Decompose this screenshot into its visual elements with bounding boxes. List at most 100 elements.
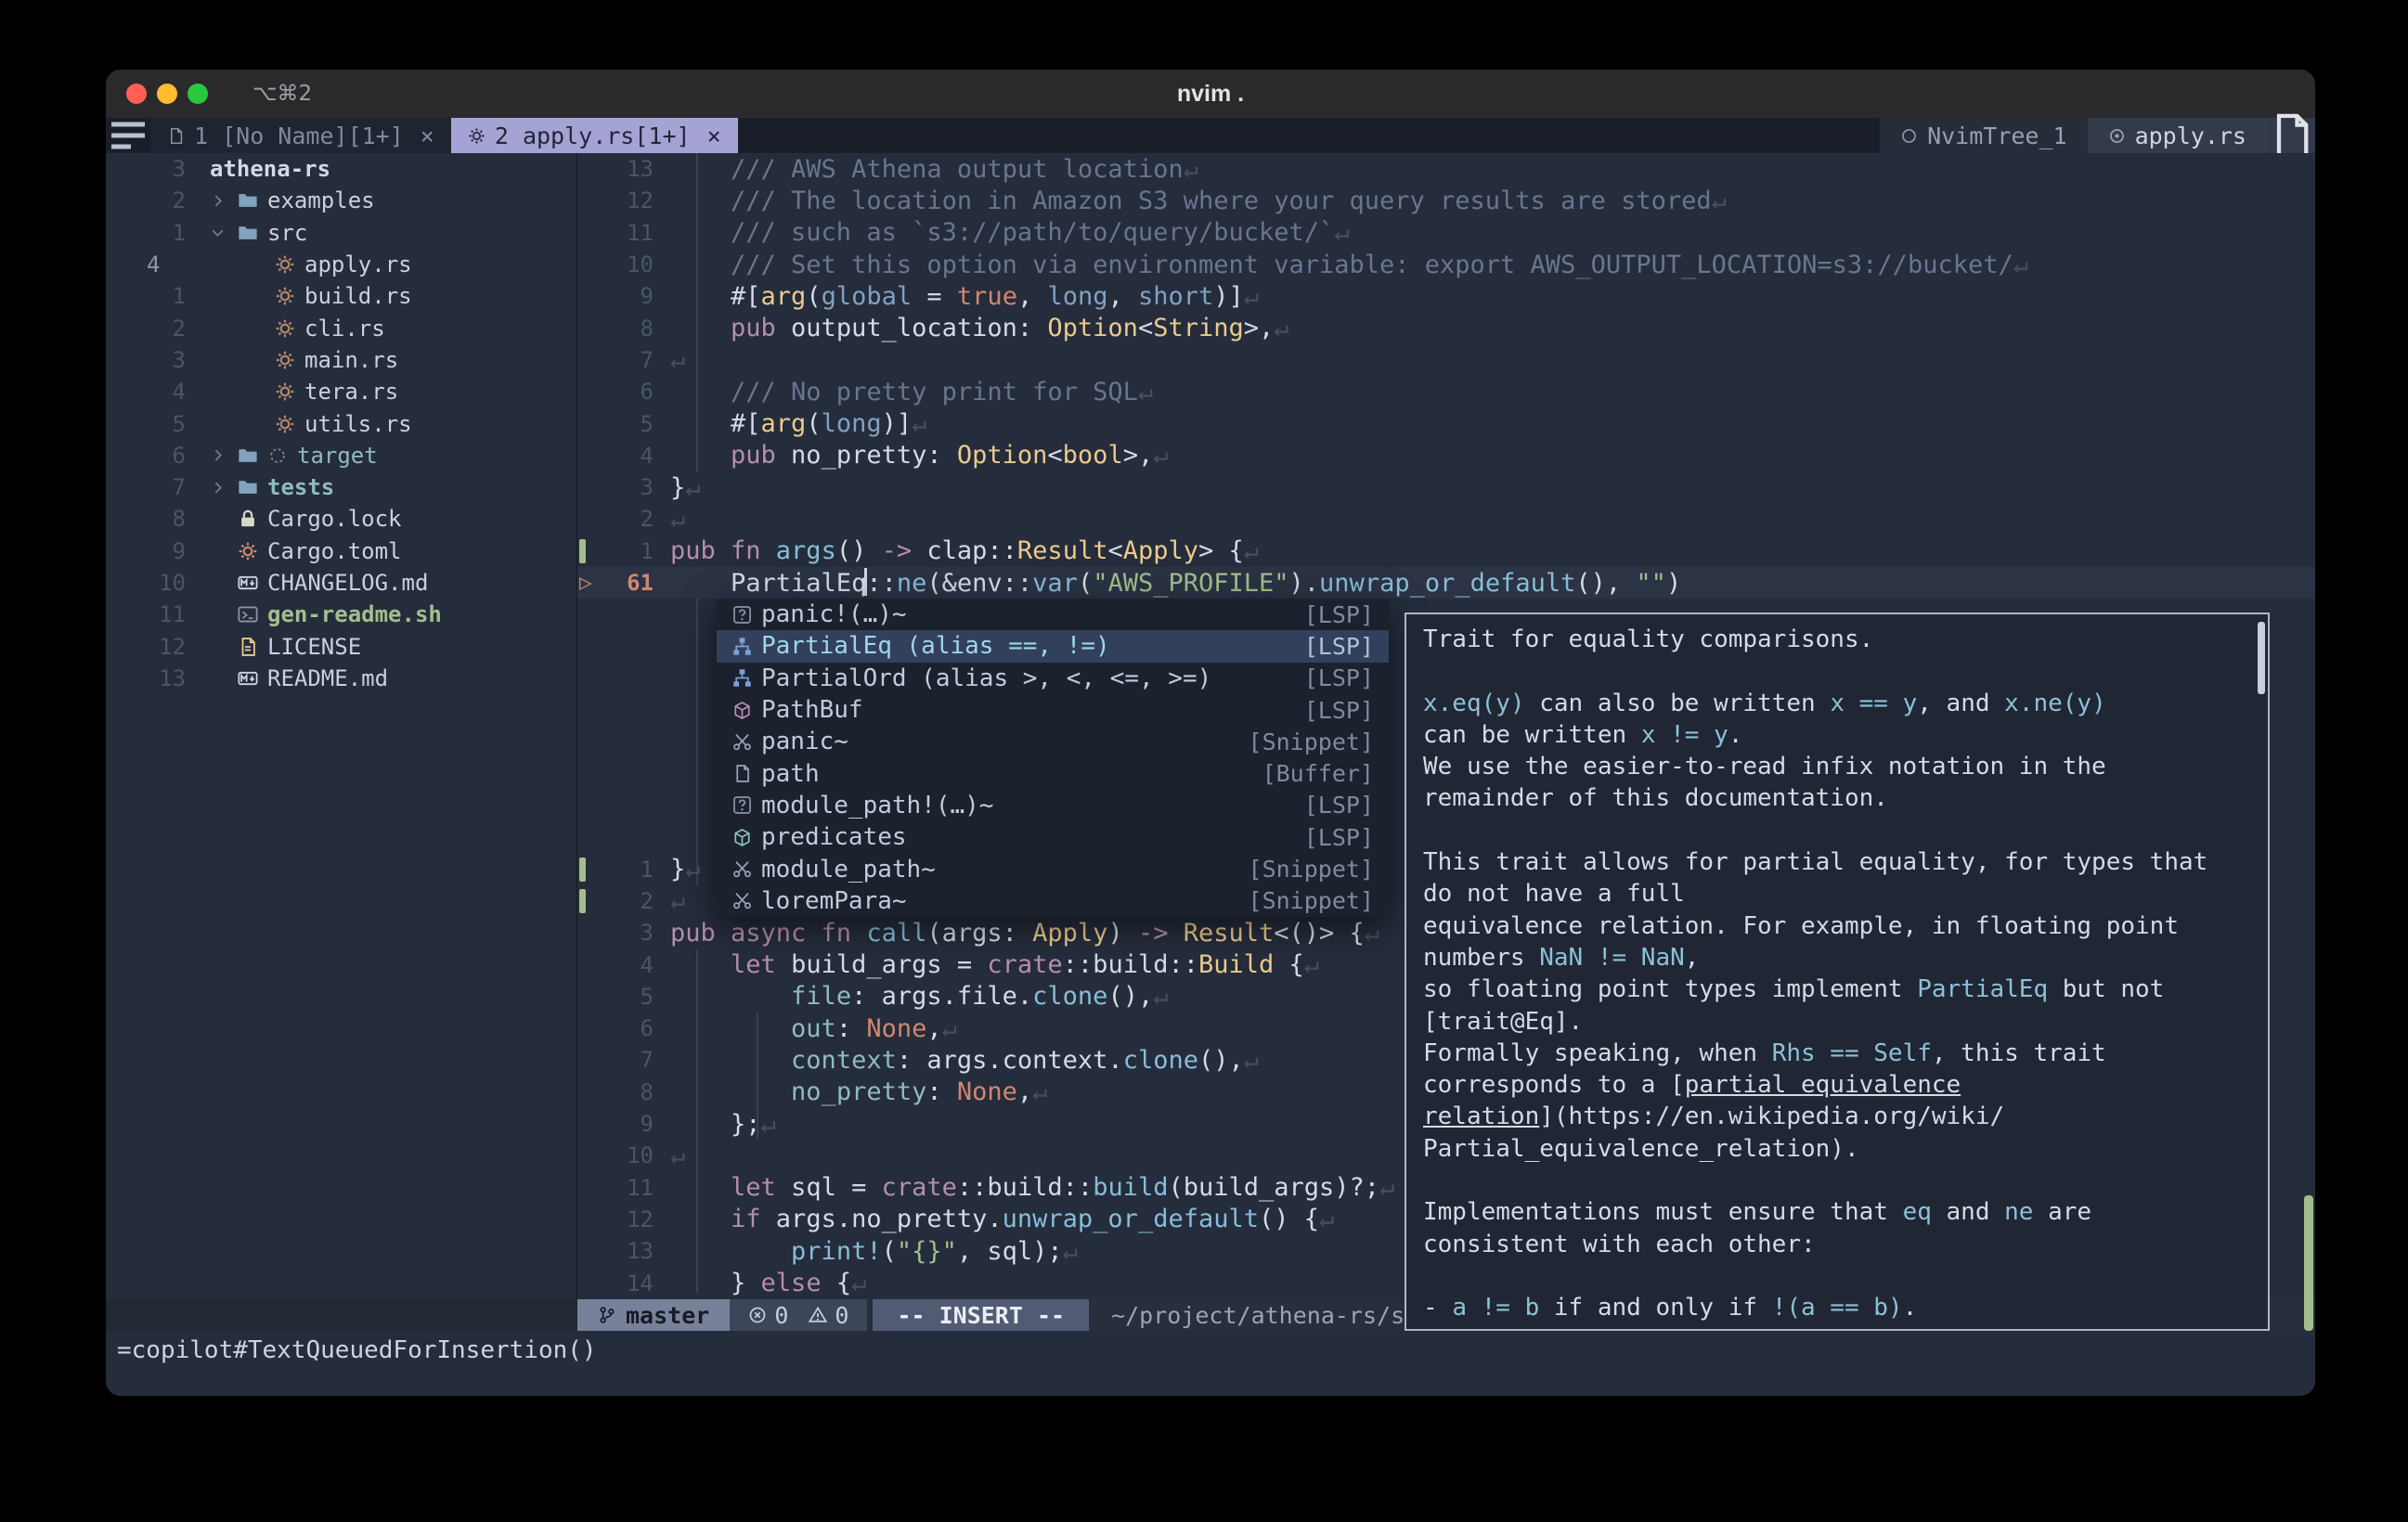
sign-column xyxy=(577,599,602,630)
tree-line-number: 9 xyxy=(106,538,195,564)
buffer-icon xyxy=(728,764,756,783)
code-text: /// The location in Amazon S3 where your… xyxy=(654,187,1727,215)
sign-column xyxy=(577,1140,602,1171)
code-line[interactable]: 3}↵ xyxy=(577,471,2315,503)
completion-item[interactable]: module_path!(…)~[LSP] xyxy=(717,790,1389,821)
tree-item[interactable]: 4tera.rs xyxy=(106,376,576,407)
code-line[interactable]: 5 #[arg(long)]↵ xyxy=(577,407,2315,439)
nvim-window: ⌥⌘2 nvim . 1 [No Name][1+]×2 apply.rs[1+… xyxy=(106,70,2315,1396)
code-line[interactable]: 1pub fn args() -> clap::Result<Apply> {↵ xyxy=(577,535,2315,567)
code-text: /// such as `s3://path/to/query/bucket/`… xyxy=(654,218,1350,247)
error-icon xyxy=(748,1306,767,1324)
close-buffer-icon[interactable]: × xyxy=(421,123,434,149)
completion-item[interactable]: predicates[LSP] xyxy=(717,821,1389,853)
minimize-window-button[interactable] xyxy=(157,84,177,104)
doc-line: consistent with each other: xyxy=(1423,1231,2268,1262)
code-line[interactable]: 12 /// The location in Amazon S3 where y… xyxy=(577,185,2315,216)
completion-item[interactable]: module_path~[Snippet] xyxy=(717,853,1389,884)
nvimtree-body: 3athena-rs2examples1src4apply.rs1build.r… xyxy=(106,153,576,694)
tree-item-label: target xyxy=(297,443,378,469)
tab-label: NvimTree_1 xyxy=(1927,123,2067,149)
command-line-text: =copilot#TextQueuedForInsertion() xyxy=(106,1331,2315,1364)
code-line[interactable]: 13 /// AWS Athena output location↵ xyxy=(577,153,2315,185)
completion-item[interactable]: path[Buffer] xyxy=(717,757,1389,789)
completion-label: module_path!(…)~ xyxy=(761,792,993,819)
code-text: #[arg(long)]↵ xyxy=(654,409,926,438)
tab-apply.rs[interactable]: apply.rs xyxy=(2088,118,2267,153)
document-icon[interactable] xyxy=(2267,118,2315,153)
tree-line-number: 11 xyxy=(106,601,195,627)
docs-float: Trait for equality comparisons.x.eq(y) c… xyxy=(1405,613,2270,1331)
line-number: 13 xyxy=(602,1238,654,1264)
line-number: 7 xyxy=(602,347,654,373)
sign-column xyxy=(577,280,602,312)
tree-line-number: 4 xyxy=(106,252,195,277)
line-number: 6 xyxy=(602,379,654,405)
code-text: file: args.file.clone(),↵ xyxy=(654,982,1168,1011)
tree-item[interactable]: 5utils.rs xyxy=(106,407,576,439)
tree-item[interactable]: 6target xyxy=(106,440,576,471)
completion-label: loremPara~ xyxy=(761,887,907,915)
doc-line: do not have a full xyxy=(1423,880,2268,911)
code-line[interactable]: 9 #[arg(global = true, long, short)]↵ xyxy=(577,280,2315,312)
tree-item[interactable]: 7tests xyxy=(106,471,576,503)
tree-item[interactable]: 9Cargo.toml xyxy=(106,535,576,567)
code-line[interactable]: 4 pub no_pretty: Option<bool>,↵ xyxy=(577,440,2315,471)
tree-line-number: 2 xyxy=(106,316,195,342)
git-added-sign xyxy=(579,539,586,563)
buffer-list-icon[interactable] xyxy=(106,118,150,153)
tree-item[interactable]: 3athena-rs xyxy=(106,153,576,185)
tree-item[interactable]: 8Cargo.lock xyxy=(106,503,576,535)
line-number: 3 xyxy=(602,474,654,500)
line-number: 13 xyxy=(602,156,654,182)
tree-item[interactable]: 10CHANGELOG.md xyxy=(106,567,576,599)
markdown-icon xyxy=(238,573,258,593)
code-line[interactable]: 8 pub output_location: Option<String>,↵ xyxy=(577,312,2315,343)
zoom-window-button[interactable] xyxy=(188,84,208,104)
tree-line-number: 10 xyxy=(106,570,195,596)
tree-item[interactable]: 2cli.rs xyxy=(106,312,576,343)
completion-item[interactable]: panic~[Snippet] xyxy=(717,726,1389,757)
completion-item[interactable]: loremPara~[Snippet] xyxy=(717,885,1389,917)
sign-column xyxy=(577,312,602,343)
tree-item[interactable]: 3main.rs xyxy=(106,344,576,376)
code-line[interactable]: 2↵ xyxy=(577,503,2315,535)
buffer-tab-noname[interactable]: 1 [No Name][1+]× xyxy=(150,118,451,153)
folder-icon xyxy=(238,190,258,211)
code-line[interactable]: 10 /// Set this option via environment v… xyxy=(577,249,2315,280)
sign-column xyxy=(577,1172,602,1204)
tree-item-label: src xyxy=(267,220,307,246)
tree-item[interactable]: 11gen-readme.sh xyxy=(106,599,576,630)
line-number: 8 xyxy=(602,1079,654,1105)
tree-item[interactable]: 1src xyxy=(106,217,576,249)
code-line[interactable]: 7↵ xyxy=(577,344,2315,376)
docs-scrollbar-thumb[interactable] xyxy=(2258,622,2265,694)
buffer-tab-applyrs[interactable]: 2 apply.rs[1+]× xyxy=(451,118,738,153)
rust-icon xyxy=(468,127,485,145)
code-text: } else {↵ xyxy=(654,1269,866,1297)
tree-item[interactable]: 2examples xyxy=(106,185,576,216)
tree-item[interactable]: 12LICENSE xyxy=(106,630,576,662)
code-line[interactable]: 6 /// No pretty print for SQL↵ xyxy=(577,376,2315,407)
code-line[interactable]: ▷61 PartialEq::ne(&env::var("AWS_PROFILE… xyxy=(577,567,2315,599)
close-window-button[interactable] xyxy=(126,84,147,104)
completion-item[interactable]: panic!(…)~[LSP] xyxy=(717,599,1389,630)
tab-nvimtree_1[interactable]: NvimTree_1 xyxy=(1880,118,2088,153)
completion-source: [Snippet] xyxy=(1249,856,1374,883)
titlebar: ⌥⌘2 nvim . xyxy=(106,70,2315,118)
code-line[interactable]: 11 /// such as `s3://path/to/query/bucke… xyxy=(577,217,2315,249)
nvimtree-statusline xyxy=(106,1299,577,1331)
completion-item[interactable]: PartialEq (alias ==, !=)[LSP] xyxy=(717,630,1389,662)
sign-column xyxy=(577,471,602,503)
tree-item[interactable]: 4apply.rs xyxy=(106,249,576,280)
editor-scrollbar-thumb[interactable] xyxy=(2304,1195,2313,1331)
close-buffer-icon[interactable]: × xyxy=(707,123,721,149)
rust-icon xyxy=(275,286,295,306)
completion-label: predicates xyxy=(761,823,907,851)
completion-item[interactable]: PathBuf[LSP] xyxy=(717,694,1389,726)
completion-item[interactable]: PartialOrd (alias >, <, <=, >=)[LSP] xyxy=(717,663,1389,694)
tree-item[interactable]: 13README.md xyxy=(106,663,576,694)
line-number: 9 xyxy=(602,1111,654,1137)
folder-icon xyxy=(238,445,258,466)
tree-item[interactable]: 1build.rs xyxy=(106,280,576,312)
